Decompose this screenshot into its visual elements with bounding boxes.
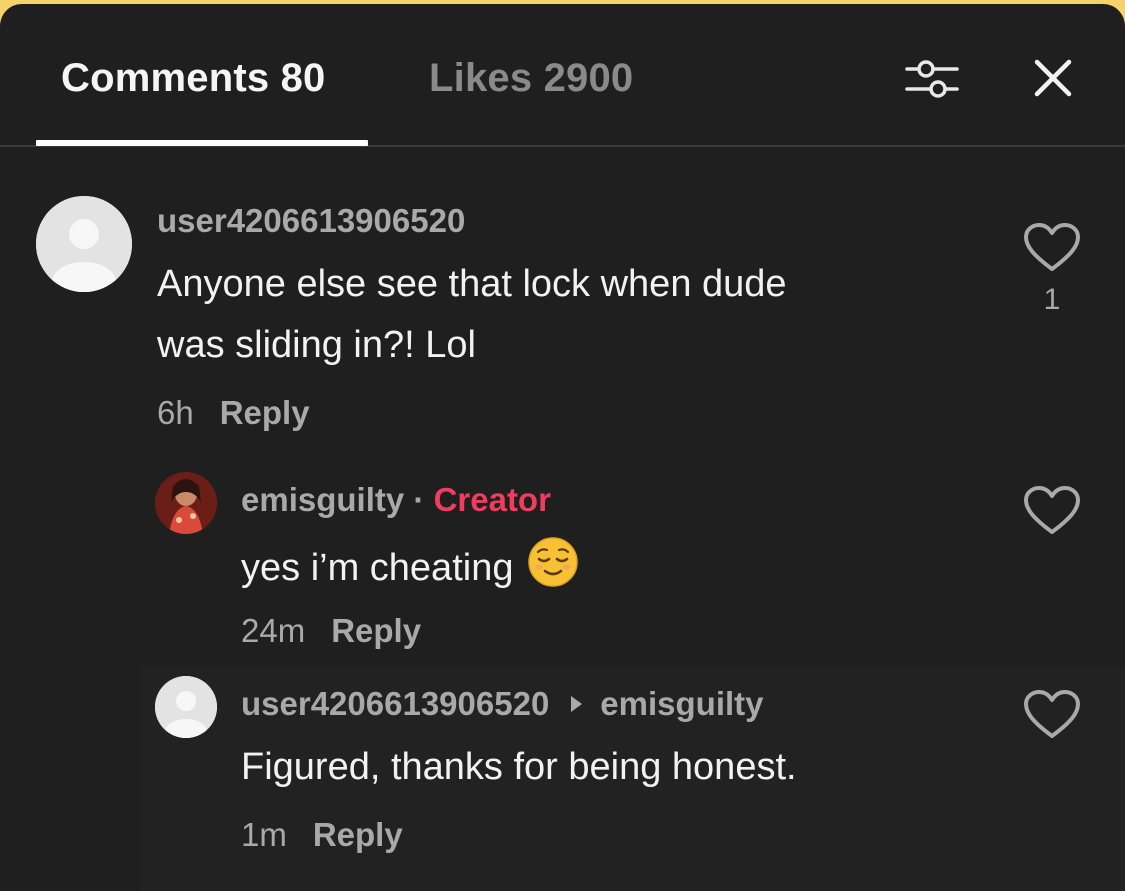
- close-icon[interactable]: [1031, 56, 1075, 100]
- like-count: 1: [1043, 283, 1061, 316]
- heart-outline-icon[interactable]: [1023, 485, 1081, 537]
- reply-meta: 24m Reply: [241, 612, 421, 650]
- active-tab-indicator: [36, 140, 368, 146]
- reply-to-arrow-icon: [571, 696, 583, 712]
- comments-panel: Comments 80 Likes 2900 user4206613906520…: [0, 4, 1125, 891]
- tab-likes[interactable]: Likes 2900: [429, 56, 633, 101]
- reply-time: 1m: [241, 816, 287, 853]
- creator-badge: Creator: [433, 481, 551, 518]
- default-avatar-icon: [36, 196, 132, 292]
- avatar[interactable]: [36, 196, 132, 292]
- comment-time: 6h: [157, 394, 194, 431]
- reply-button[interactable]: Reply: [220, 394, 310, 431]
- comment-username[interactable]: user4206613906520: [157, 202, 465, 240]
- reply-text: yes i’m cheating: [241, 536, 579, 599]
- comment-text: Anyone else see that lock when dude: [157, 263, 787, 305]
- avatar[interactable]: [155, 676, 217, 738]
- profile-photo-icon: [155, 472, 217, 534]
- default-avatar-icon: [155, 676, 217, 738]
- reply-username: user4206613906520 emisguilty: [241, 685, 764, 723]
- reply-time: 24m: [241, 612, 306, 649]
- creator-username[interactable]: emisguilty: [241, 481, 404, 518]
- reply-username: emisguilty · Creator: [241, 481, 551, 519]
- reply-meta: 1m Reply: [241, 816, 403, 854]
- comment-text: was sliding in?! Lol: [157, 324, 476, 366]
- comment-meta: 6h Reply: [157, 394, 310, 432]
- reply-author[interactable]: user4206613906520: [241, 685, 549, 722]
- badge-separator: ·: [413, 481, 425, 518]
- creator-avatar[interactable]: [155, 472, 217, 534]
- heart-outline-icon[interactable]: [1023, 222, 1081, 274]
- reply-text-content: yes i’m cheating: [241, 547, 514, 589]
- sliders-icon[interactable]: [905, 57, 959, 101]
- relieved-face-emoji: [528, 537, 579, 587]
- reply-button[interactable]: Reply: [331, 612, 421, 649]
- reply-to-user[interactable]: emisguilty: [600, 685, 763, 722]
- tab-comments[interactable]: Comments 80: [61, 56, 326, 101]
- reply-text: Figured, thanks for being honest.: [241, 746, 797, 788]
- heart-outline-icon[interactable]: [1023, 689, 1081, 741]
- reply-button[interactable]: Reply: [313, 816, 403, 853]
- tab-bar: Comments 80 Likes 2900: [0, 4, 1125, 147]
